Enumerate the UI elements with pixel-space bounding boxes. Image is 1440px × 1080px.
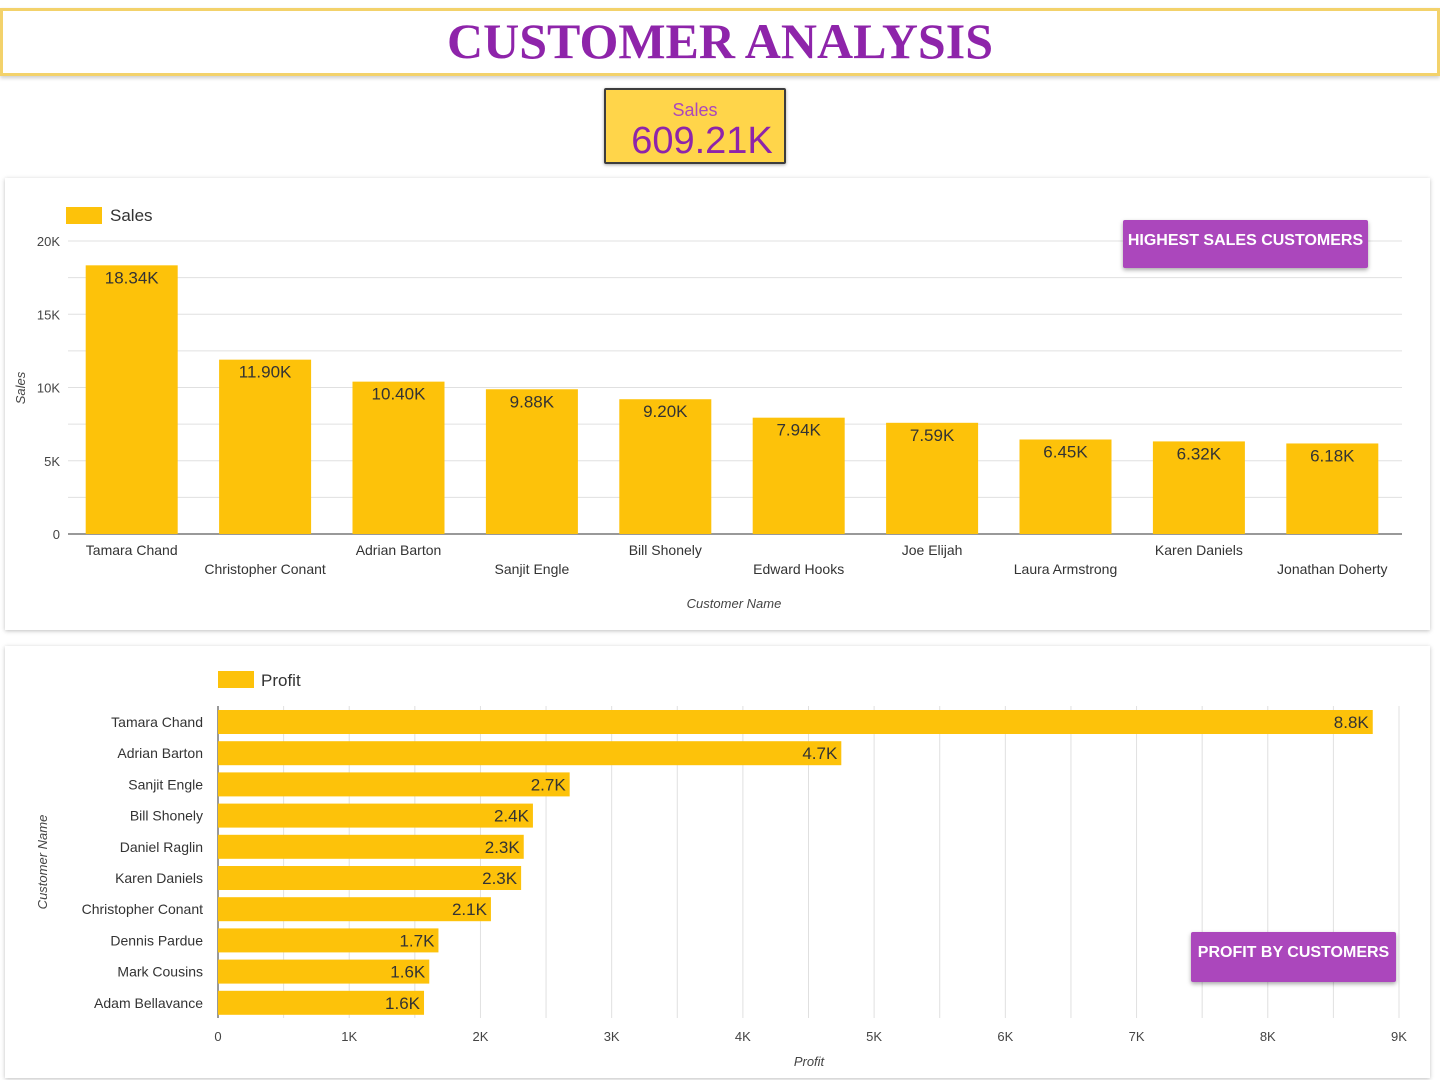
profit-by-customers-button[interactable]: PROFIT BY CUSTOMERS [1191, 932, 1396, 982]
bar-value-label: 6.18K [1310, 446, 1355, 465]
x-tick-label: 4K [735, 1029, 751, 1044]
x-tick-label: Jonathan Doherty [1277, 561, 1388, 577]
profit-bar [218, 803, 533, 828]
x-axis-title: Profit [794, 1054, 826, 1069]
bar-value-label: 2.3K [482, 869, 518, 888]
y-tick-label: Dennis Pardue [110, 932, 203, 948]
profit-bar [218, 710, 1373, 734]
bar-value-label: 2.1K [452, 900, 488, 919]
x-tick-label: 8K [1260, 1029, 1276, 1044]
bar-value-label: 9.88K [510, 392, 555, 411]
sales-bar [219, 359, 312, 534]
bar-value-label: 8.8K [1334, 713, 1370, 732]
x-tick-label: Christopher Conant [204, 561, 326, 577]
x-tick-label: Laura Armstrong [1014, 561, 1118, 577]
scorecard-label: Sales [672, 100, 718, 120]
bar-value-label: 6.45K [1043, 443, 1088, 462]
x-tick-label: 7K [1129, 1029, 1145, 1044]
x-tick-label: 1K [341, 1029, 357, 1044]
x-tick-label: 3K [604, 1029, 620, 1044]
y-tick-label: 15K [37, 307, 60, 322]
x-tick-label: Joe Elijah [902, 542, 963, 558]
profit-bar [218, 741, 842, 766]
bar-value-label: 1.6K [390, 963, 426, 982]
y-tick-label: Adam Bellavance [94, 995, 203, 1011]
y-tick-label: Christopher Conant [82, 901, 204, 917]
bar-value-label: 11.90K [239, 363, 292, 382]
x-tick-label: 0 [214, 1029, 221, 1044]
page-title: CUSTOMER ANALYSIS [446, 13, 994, 69]
x-tick-label: Tamara Chand [86, 542, 178, 558]
legend-label: Profit [261, 671, 301, 690]
y-tick-label: Sanjit Engle [128, 776, 203, 792]
y-tick-label: Mark Cousins [117, 964, 203, 980]
y-tick-label: 5K [44, 454, 60, 469]
profit-bar [218, 897, 491, 922]
x-tick-label: Bill Shonely [629, 542, 702, 558]
profit-bar [218, 772, 570, 797]
y-tick-label: Daniel Raglin [120, 839, 203, 855]
sales-bar [352, 381, 445, 534]
legend-swatch [218, 671, 254, 688]
bar-value-label: 18.34K [105, 268, 160, 287]
x-tick-label: Edward Hooks [753, 561, 844, 577]
highest-sales-customers-button[interactable]: HIGHEST SALES CUSTOMERS [1123, 220, 1368, 268]
y-tick-label: 20K [37, 234, 60, 249]
y-tick-label: Bill Shonely [130, 808, 203, 824]
legend-swatch [66, 207, 102, 224]
bar-value-label: 9.20K [643, 402, 688, 421]
bar-value-label: 1.7K [399, 931, 435, 950]
y-tick-label: Karen Daniels [115, 870, 203, 886]
sales-chart-panel: 0 5K 10K 15K 20K Sales Customer Name Sales 18.34… [5, 178, 1430, 630]
bar-value-label: 10.40K [372, 385, 427, 404]
y-tick-label: 10K [37, 381, 60, 396]
profit-bar [218, 866, 522, 890]
x-tick-label: Adrian Barton [356, 542, 442, 558]
profit-bar [218, 834, 524, 859]
x-tick-label: 6K [997, 1029, 1013, 1044]
profit-bar-chart: 0 1K 2K 3K 4K 5K 6K 7K 8K 9K Profit Profit Customer … [35, 671, 1407, 1069]
x-tick-label: 9K [1391, 1029, 1407, 1044]
x-tick-label: 2K [472, 1029, 488, 1044]
y-axis-title: Customer Name [35, 815, 50, 910]
y-tick-label: Adrian Barton [117, 745, 203, 761]
bar-value-label: 2.7K [531, 775, 567, 794]
y-axis-title: Sales [13, 371, 28, 404]
bar-value-label: 7.94K [776, 421, 821, 440]
x-tick-label: Karen Daniels [1155, 542, 1243, 558]
profit-chart-panel: 0 1K 2K 3K 4K 5K 6K 7K 8K 9K Profit Profit Customer … [5, 646, 1430, 1078]
y-tick-label: 0 [53, 527, 60, 542]
title-bar: CUSTOMER ANALYSIS [0, 8, 1440, 76]
bar-value-label: 1.6K [385, 994, 421, 1013]
bar-value-label: 6.32K [1177, 444, 1222, 463]
sales-scorecard: Sales 609.21K [604, 88, 786, 164]
x-axis-title: Customer Name [687, 596, 782, 611]
y-tick-label: Tamara Chand [111, 714, 203, 730]
bar-value-label: 2.4K [494, 807, 530, 826]
scorecard-value: 609.21K [631, 120, 773, 162]
legend-label: Sales [110, 206, 153, 225]
bar-value-label: 7.59K [910, 426, 955, 445]
bar-value-label: 2.3K [485, 838, 521, 857]
x-tick-label: 5K [866, 1029, 882, 1044]
x-tick-label: Sanjit Engle [495, 561, 570, 577]
sales-bar [85, 265, 178, 534]
bar-value-label: 4.7K [802, 744, 838, 763]
